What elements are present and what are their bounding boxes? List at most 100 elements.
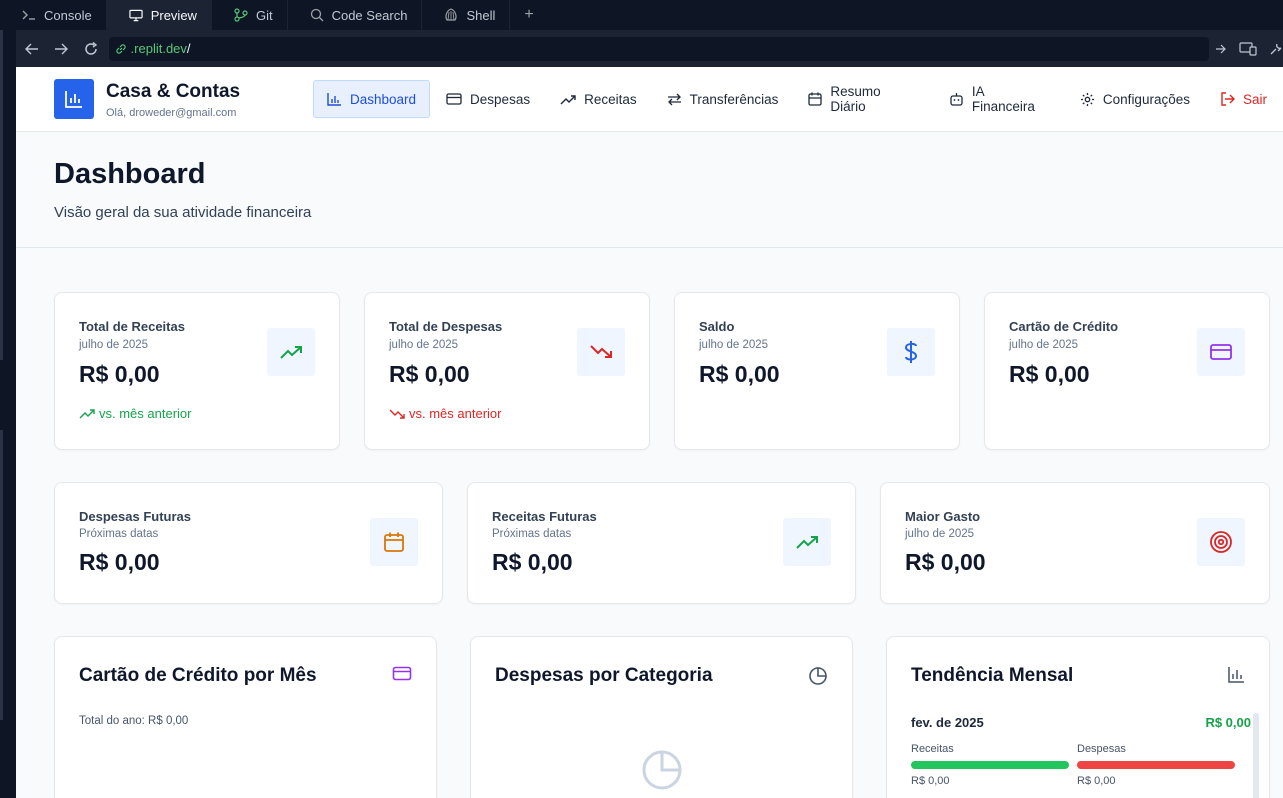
card-period: julho de 2025 bbox=[905, 528, 975, 540]
pie-chart-icon bbox=[808, 666, 828, 691]
gutter-bar bbox=[0, 30, 3, 360]
tab-preview[interactable]: Preview bbox=[106, 0, 212, 30]
card-period: julho de 2025 bbox=[1009, 339, 1079, 351]
bar-chart-icon bbox=[1227, 666, 1245, 689]
card-icon bbox=[1197, 518, 1245, 566]
arrow-left-icon bbox=[24, 43, 38, 54]
panel-title: Despesas por Categoria bbox=[495, 665, 713, 686]
nav-label: Configurações bbox=[1102, 91, 1190, 107]
card-icon bbox=[370, 518, 418, 566]
tab-label: Code Search bbox=[331, 7, 408, 23]
nav-despesas[interactable]: Despesas bbox=[432, 80, 544, 118]
plus-icon: + bbox=[524, 6, 534, 23]
card-title: Cartão de Crédito bbox=[1009, 319, 1119, 334]
nav-receitas[interactable]: Receitas bbox=[546, 80, 651, 118]
trending-up-icon bbox=[796, 536, 818, 549]
page-header: Dashboard Visão geral da sua atividade f… bbox=[16, 132, 1283, 248]
card-icon bbox=[1197, 328, 1245, 376]
page-title: Dashboard bbox=[54, 158, 206, 190]
target-icon bbox=[1210, 531, 1232, 553]
nav-ia-financeira[interactable]: IA Financeira bbox=[935, 80, 1064, 118]
user-greeting: Olá, droweder@gmail.com bbox=[106, 107, 237, 119]
logout-icon bbox=[1221, 92, 1235, 106]
card-period: julho de 2025 bbox=[79, 339, 149, 351]
card-icon bbox=[887, 328, 935, 376]
card-title: Despesas Futuras bbox=[79, 509, 191, 524]
trend-income-bar bbox=[911, 761, 1069, 769]
card-period: Próximas datas bbox=[79, 528, 159, 540]
new-tab-button[interactable]: + bbox=[510, 0, 547, 30]
shell-icon bbox=[444, 8, 458, 22]
gutter-bar bbox=[0, 430, 3, 720]
card-trend: vs. mês anterior bbox=[79, 406, 191, 421]
page-subtitle: Visão geral da sua atividade financeira bbox=[54, 204, 312, 221]
wrench-icon[interactable] bbox=[1269, 42, 1283, 56]
url-path: / bbox=[186, 41, 191, 56]
nav-label: IA Financeira bbox=[971, 84, 1035, 114]
stat-card-total-receitas: Total de Receitas julho de 2025 R$ 0,00 … bbox=[54, 292, 340, 450]
stat-card-total-despesas: Total de Despesas julho de 2025 R$ 0,00 … bbox=[364, 292, 650, 450]
tab-shell[interactable]: Shell bbox=[422, 0, 511, 30]
link-icon bbox=[115, 43, 126, 54]
card-period: Próximas datas bbox=[492, 528, 572, 540]
card-title: Saldo bbox=[699, 319, 735, 334]
dollar-icon bbox=[904, 341, 918, 363]
trend-income-value: R$ 0,00 bbox=[911, 775, 950, 787]
tab-git[interactable]: Git bbox=[212, 0, 288, 30]
card-title: Receitas Futuras bbox=[492, 509, 597, 524]
card-icon bbox=[783, 518, 831, 566]
reload-button[interactable] bbox=[77, 35, 105, 63]
card-title: Total de Despesas bbox=[389, 319, 503, 334]
forward-button[interactable] bbox=[48, 35, 76, 63]
tab-label: Git bbox=[255, 7, 273, 23]
nav-dashboard[interactable]: Dashboard bbox=[313, 80, 431, 118]
credit-card-icon bbox=[1210, 344, 1232, 360]
trend-expense-label: Despesas bbox=[1077, 743, 1126, 755]
trend-month: fev. de 2025 bbox=[911, 715, 984, 730]
trend-scrollbar[interactable] bbox=[1253, 713, 1259, 798]
bot-icon bbox=[950, 93, 963, 106]
trend-expense-bar bbox=[1077, 761, 1235, 769]
panel-cartao-por-mes: Cartão de Crédito por Mês Total do ano: … bbox=[54, 636, 437, 798]
terminal-icon bbox=[22, 8, 36, 22]
arrows-swap-icon bbox=[667, 93, 681, 105]
nav-sair[interactable]: Sair bbox=[1206, 80, 1281, 118]
arrow-right-icon bbox=[55, 43, 69, 54]
url-input[interactable]: .replit.dev / bbox=[108, 36, 1210, 61]
open-new-tab-icon[interactable] bbox=[1215, 43, 1227, 55]
tab-code-search[interactable]: Code Search bbox=[288, 0, 423, 30]
back-button[interactable] bbox=[18, 35, 46, 63]
calendar-icon bbox=[808, 92, 823, 106]
nav-transferencias[interactable]: Transferências bbox=[653, 80, 793, 118]
trend-income-label: Receitas bbox=[911, 743, 954, 755]
nav-configuracoes[interactable]: Configurações bbox=[1066, 80, 1204, 118]
stat-card-saldo: Saldo julho de 2025 R$ 0,00 bbox=[674, 292, 960, 450]
nav-resumo-diario[interactable]: Resumo Diário bbox=[794, 80, 932, 118]
card-period: julho de 2025 bbox=[389, 339, 459, 351]
card-value: R$ 0,00 bbox=[79, 361, 160, 387]
card-trend: vs. mês anterior bbox=[389, 406, 501, 421]
devices-icon[interactable] bbox=[1239, 41, 1257, 56]
ide-left-gutter bbox=[0, 30, 16, 798]
card-value: R$ 0,00 bbox=[699, 361, 780, 387]
trending-up-icon bbox=[280, 346, 302, 359]
app-viewport: Casa & Contas Olá, droweder@gmail.com Da… bbox=[16, 67, 1283, 798]
panel-title: Cartão de Crédito por Mês bbox=[79, 665, 317, 686]
trending-down-icon bbox=[590, 345, 612, 358]
trend-label: vs. mês anterior bbox=[99, 406, 192, 421]
trend-label: vs. mês anterior bbox=[409, 406, 502, 421]
url-host: .replit.dev bbox=[130, 41, 187, 56]
card-title: Total de Receitas bbox=[79, 319, 185, 334]
credit-card-icon bbox=[392, 666, 412, 686]
card-period: julho de 2025 bbox=[699, 339, 769, 351]
stat-card-receitas-futuras: Receitas Futuras Próximas datas R$ 0,00 bbox=[467, 482, 856, 604]
tab-console[interactable]: Console bbox=[0, 0, 107, 30]
main-nav: Dashboard Despesas Receitas Transferênci… bbox=[313, 80, 1283, 118]
trending-up-icon bbox=[560, 94, 576, 104]
card-value: R$ 0,00 bbox=[905, 549, 986, 575]
nav-label: Receitas bbox=[584, 91, 637, 107]
search-icon bbox=[310, 8, 324, 22]
app-logo[interactable] bbox=[54, 79, 94, 119]
card-value: R$ 0,00 bbox=[1009, 361, 1090, 387]
monitor-icon bbox=[129, 8, 143, 22]
